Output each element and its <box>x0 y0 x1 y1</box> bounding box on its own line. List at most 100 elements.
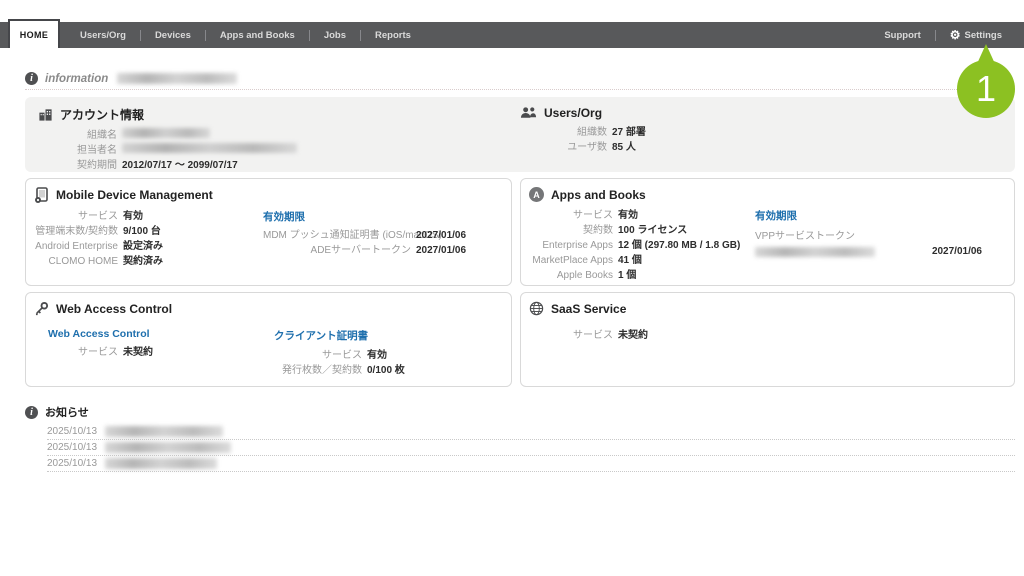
apps-enterprise-row: Enterprise Apps 12 個 (297.80 MB / 1.8 GB… <box>529 238 755 253</box>
client-cert-link[interactable]: クライアント証明書 <box>274 328 405 343</box>
notices-header: i お知らせ <box>25 404 1015 420</box>
nav-right: Support ⚙ Settings <box>870 22 1024 48</box>
apps-status-column: サービス 有効 契約数 100 ライセンス Enterprise Apps 12… <box>529 208 755 283</box>
tab-apps-and-books[interactable]: Apps and Books <box>206 22 309 48</box>
users-org-title[interactable]: Users/Org <box>544 106 602 120</box>
saas-service-label: サービス <box>529 328 613 343</box>
wac-service-row: サービス 未契約 <box>34 345 274 360</box>
client-cert-issued-row: 発行枚数／契約数 0/100 枚 <box>274 363 405 378</box>
annotation-step-number: 1 <box>976 68 996 110</box>
tab-home[interactable]: HOME <box>8 19 60 48</box>
apps-service-row: サービス 有効 <box>529 208 755 223</box>
apps-marketplace-value: 41 個 <box>618 253 642 268</box>
apps-books-header: A Apps and Books <box>529 187 1014 202</box>
org-name-value <box>122 128 210 143</box>
apps-apple-books-value: 1 個 <box>618 268 636 283</box>
mobile-device-icon <box>34 187 49 203</box>
saas-rows: サービス 未契約 <box>529 328 1014 343</box>
cards-row-2: Web Access Control Web Access Control サー… <box>25 292 1015 387</box>
account-summary-card: アカウント情報 組織名 担当者名 契約期間 2012/07/17 ～ 2099/… <box>25 97 1015 172</box>
notice-date: 2025/10/13 <box>47 458 105 469</box>
building-icon <box>38 107 53 122</box>
mdm-card: Mobile Device Management サービス 有効 管理端末数/契… <box>25 178 512 286</box>
notice-list: 2025/10/13 2025/10/13 2025/10/13 <box>47 424 1015 472</box>
user-count-label: ユーザ数 <box>520 140 607 155</box>
settings-label: Settings <box>965 30 1002 41</box>
apps-books-title: Apps and Books <box>551 188 646 202</box>
apps-marketplace-row: MarketPlace Apps 41 個 <box>529 253 755 268</box>
notice-row[interactable]: 2025/10/13 <box>47 456 1015 472</box>
users-org-section: Users/Org 組織数 27 部署 ユーザ数 85 人 <box>520 106 1015 172</box>
mdm-title: Mobile Device Management <box>56 188 213 202</box>
notice-date: 2025/10/13 <box>47 426 105 437</box>
apps-expiry-link[interactable]: 有効期限 <box>755 208 1014 223</box>
account-info-title[interactable]: アカウント情報 <box>60 106 144 123</box>
redacted-vpp-token-name <box>755 247 875 257</box>
apps-books-columns: サービス 有効 契約数 100 ライセンス Enterprise Apps 12… <box>529 208 1014 283</box>
apps-expiry-column: 有効期限 VPPサービストークン 2027/01/06 <box>755 208 1014 283</box>
mdm-expiry-link[interactable]: 有効期限 <box>263 209 466 224</box>
tab-reports[interactable]: Reports <box>361 22 425 48</box>
mdm-push-cert-value: 2027/01/06 <box>416 228 466 243</box>
app-store-icon: A <box>529 187 544 202</box>
mdm-service-value: 有効 <box>123 209 143 224</box>
information-bar: i information <box>25 68 1015 90</box>
tab-users-org[interactable]: Users/Org <box>66 22 140 48</box>
saas-title: SaaS Service <box>551 302 626 316</box>
wac-columns: Web Access Control サービス 未契約 クライアント証明書 サー… <box>34 328 511 378</box>
client-cert-service-label: サービス <box>274 348 362 363</box>
client-cert-service-row: サービス 有効 <box>274 348 405 363</box>
org-name-row: 組織名 <box>38 128 520 143</box>
nav-items: Users/Org Devices Apps and Books Jobs Re… <box>66 22 425 48</box>
user-count-value: 85 人 <box>612 140 636 155</box>
mdm-header: Mobile Device Management <box>34 187 511 203</box>
notice-info-icon: i <box>25 406 38 419</box>
mdm-columns: サービス 有効 管理端末数/契約数 9/100 台 Android Enterp… <box>34 209 511 269</box>
account-info-rows: 組織名 担当者名 契約期間 2012/07/17 ～ 2099/07/17 <box>38 128 520 173</box>
mdm-service-label: サービス <box>34 209 118 224</box>
notice-date: 2025/10/13 <box>47 442 105 453</box>
apps-enterprise-value: 12 個 (297.80 MB / 1.8 GB) <box>618 238 740 253</box>
wac-title: Web Access Control <box>56 302 172 316</box>
vpp-token-row: 2027/01/06 <box>755 246 1014 257</box>
tab-devices[interactable]: Devices <box>141 22 205 48</box>
mdm-push-cert-row: MDM プッシュ通知証明書 (iOS/macOS) 2027/01/06 <box>263 228 466 243</box>
notice-row[interactable]: 2025/10/13 <box>47 424 1015 440</box>
mdm-devices-label: 管理端末数/契約数 <box>34 224 118 239</box>
users-icon <box>520 106 537 120</box>
mdm-android-label: Android Enterprise <box>34 239 118 254</box>
mdm-ade-token-label: ADEサーバートークン <box>263 243 411 258</box>
mdm-devices-value: 9/100 台 <box>123 224 161 239</box>
support-link[interactable]: Support <box>870 22 934 48</box>
notices-section: i お知らせ 2025/10/13 2025/10/13 2025/10/13 <box>25 404 1015 472</box>
mdm-android-row: Android Enterprise 設定済み <box>34 239 263 254</box>
org-count-row: 組織数 27 部署 <box>520 125 1015 140</box>
wac-service-link[interactable]: Web Access Control <box>48 328 274 340</box>
mdm-status-column: サービス 有効 管理端末数/契約数 9/100 台 Android Enterp… <box>34 209 263 269</box>
apps-books-card: A Apps and Books サービス 有効 契約数 100 ライセンス E… <box>520 178 1015 286</box>
redacted-notice-title <box>105 442 231 453</box>
saas-service-row: サービス 未契約 <box>529 328 1014 343</box>
notice-row[interactable]: 2025/10/13 <box>47 440 1015 456</box>
info-icon: i <box>25 72 38 85</box>
apps-license-value: 100 ライセンス <box>618 223 687 238</box>
wac-service-column: Web Access Control サービス 未契約 <box>34 328 274 378</box>
account-info-header: アカウント情報 <box>38 106 520 123</box>
cards-row-1: Mobile Device Management サービス 有効 管理端末数/契… <box>25 178 1015 286</box>
contract-period-row: 契約期間 2012/07/17 ～ 2099/07/17 <box>38 158 520 173</box>
gear-icon: ⚙ <box>950 29 961 41</box>
vpp-token-expiry-date: 2027/01/06 <box>932 246 982 257</box>
information-title: information <box>45 73 108 85</box>
client-cert-issued-label: 発行枚数／契約数 <box>274 363 362 378</box>
user-count-row: ユーザ数 85 人 <box>520 140 1015 155</box>
mdm-push-cert-label: MDM プッシュ通知証明書 (iOS/macOS) <box>263 228 411 243</box>
wac-header: Web Access Control <box>34 301 511 316</box>
saas-header: SaaS Service <box>529 301 1014 316</box>
tab-jobs[interactable]: Jobs <box>310 22 360 48</box>
manager-name-label: 担当者名 <box>38 143 117 158</box>
redacted-information-text <box>117 73 237 84</box>
users-org-header: Users/Org <box>520 106 1015 120</box>
mdm-devices-row: 管理端末数/契約数 9/100 台 <box>34 224 263 239</box>
manager-name-row: 担当者名 <box>38 143 520 158</box>
account-info-section: アカウント情報 組織名 担当者名 契約期間 2012/07/17 ～ 2099/… <box>25 106 520 172</box>
